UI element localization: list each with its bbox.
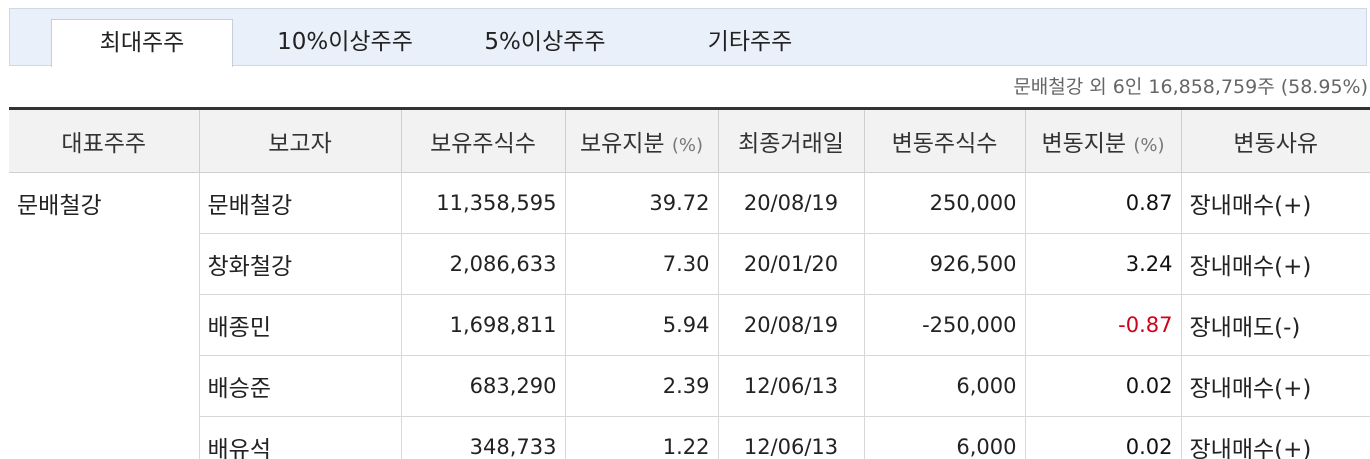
last-trade-date: 20/08/19 bbox=[717, 172, 864, 234]
header-shares-held: 보유주식수 bbox=[400, 107, 565, 173]
holdings-summary: 문배철강 외 6인 16,858,759주 (58.95%) bbox=[1013, 76, 1368, 98]
header-change-stake-label: 변동지분 bbox=[1041, 131, 1127, 157]
reporter-name: 배종민 bbox=[198, 294, 401, 356]
table-row: 배유석 348,733 1.22 12/06/13 6,000 0.02 장내매… bbox=[9, 416, 1370, 459]
rep-shareholder-name: 문배철강 bbox=[17, 193, 102, 220]
reporter-name: 배승준 bbox=[198, 355, 401, 417]
header-rep-shareholder: 대표주주 bbox=[9, 107, 199, 173]
tab-largest-shareholder[interactable]: 최대주주 bbox=[51, 19, 233, 67]
rep-shareholder-empty bbox=[9, 417, 199, 459]
table-header-row: 대표주주 보고자 보유주식수 보유지분 (%) 최종거래일 변동주식수 변동지분… bbox=[9, 107, 1370, 173]
last-trade-date: 20/08/19 bbox=[717, 294, 864, 356]
rep-shareholder-empty bbox=[9, 295, 199, 356]
last-trade-date: 12/06/13 bbox=[717, 416, 864, 459]
table-row: 문배철강 문배철강 11,358,595 39.72 20/08/19 250,… bbox=[9, 172, 1370, 234]
change-stake: 0.87 bbox=[1024, 172, 1181, 234]
change-stake: -0.87 bbox=[1024, 294, 1181, 356]
shares-held: 348,733 bbox=[400, 416, 565, 459]
shareholder-table: 대표주주 보고자 보유주식수 보유지분 (%) 최종거래일 변동주식수 변동지분… bbox=[9, 107, 1370, 459]
shares-held: 11,358,595 bbox=[400, 172, 565, 234]
last-trade-date: 20/01/20 bbox=[717, 233, 864, 295]
shares-held: 1,698,811 bbox=[400, 294, 565, 356]
change-reason: 장내매수(+) bbox=[1180, 233, 1370, 295]
change-shares: -250,000 bbox=[863, 294, 1025, 356]
stake-pct: 7.30 bbox=[564, 233, 718, 295]
shareholder-table-container: 대표주주 보고자 보유주식수 보유지분 (%) 최종거래일 변동주식수 변동지분… bbox=[9, 107, 1370, 459]
shares-held: 683,290 bbox=[400, 355, 565, 417]
change-shares: 926,500 bbox=[863, 233, 1025, 295]
header-stake-label: 보유지분 bbox=[579, 131, 665, 157]
tab-10pct-shareholder[interactable]: 10%이상주주 bbox=[265, 19, 425, 67]
shares-held: 2,086,633 bbox=[400, 233, 565, 295]
change-reason: 장내매수(+) bbox=[1180, 172, 1370, 234]
change-shares: 6,000 bbox=[863, 416, 1025, 459]
change-stake: 0.02 bbox=[1024, 355, 1181, 417]
tab-other-shareholder[interactable]: 기타주주 bbox=[690, 19, 810, 67]
reporter-name: 문배철강 bbox=[198, 172, 401, 234]
stake-pct: 1.22 bbox=[564, 416, 718, 459]
reporter-name: 배유석 bbox=[198, 416, 401, 459]
change-stake: 0.02 bbox=[1024, 416, 1181, 459]
tab-5pct-shareholder[interactable]: 5%이상주주 bbox=[475, 19, 615, 67]
table-row: 배종민 1,698,811 5.94 20/08/19 -250,000 -0.… bbox=[9, 294, 1370, 356]
header-last-trade-date: 최종거래일 bbox=[717, 107, 864, 173]
last-trade-date: 12/06/13 bbox=[717, 355, 864, 417]
table-row: 배승준 683,290 2.39 12/06/13 6,000 0.02 장내매… bbox=[9, 355, 1370, 417]
change-shares: 250,000 bbox=[863, 172, 1025, 234]
header-stake: 보유지분 (%) bbox=[564, 107, 718, 173]
change-stake: 3.24 bbox=[1024, 233, 1181, 295]
change-reason: 장내매수(+) bbox=[1180, 416, 1370, 459]
header-change-reason: 변동사유 bbox=[1180, 107, 1370, 173]
change-shares: 6,000 bbox=[863, 355, 1025, 417]
rep-shareholder-empty bbox=[9, 234, 199, 295]
shareholder-tab-bar: 최대주주 10%이상주주 5%이상주주 기타주주 bbox=[9, 8, 1367, 67]
table-row: 창화철강 2,086,633 7.30 20/01/20 926,500 3.2… bbox=[9, 233, 1370, 295]
header-change-stake: 변동지분 (%) bbox=[1024, 107, 1181, 173]
header-stake-unit: (%) bbox=[671, 135, 704, 156]
change-reason: 장내매도(-) bbox=[1180, 294, 1370, 356]
header-change-shares: 변동주식수 bbox=[863, 107, 1025, 173]
reporter-name: 창화철강 bbox=[198, 233, 401, 295]
change-reason: 장내매수(+) bbox=[1180, 355, 1370, 417]
stake-pct: 5.94 bbox=[564, 294, 718, 356]
stake-pct: 2.39 bbox=[564, 355, 718, 417]
header-change-stake-unit: (%) bbox=[1133, 135, 1165, 156]
header-reporter: 보고자 bbox=[198, 107, 401, 173]
stake-pct: 39.72 bbox=[564, 172, 718, 234]
rep-shareholder-empty bbox=[9, 356, 199, 417]
